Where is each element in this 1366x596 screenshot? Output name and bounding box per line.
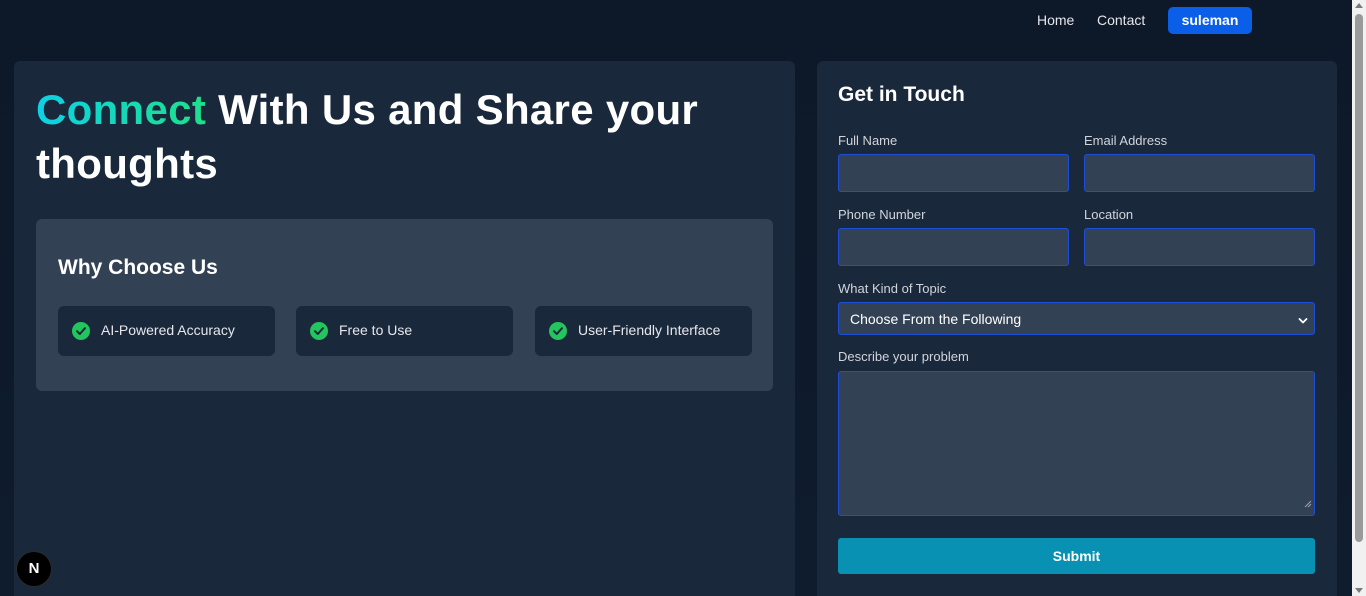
topic-select-value: Choose From the Following — [850, 311, 1022, 327]
submit-button[interactable]: Submit — [838, 538, 1315, 574]
check-circle-icon — [549, 322, 567, 340]
feature-card-free: Free to Use — [296, 306, 513, 356]
check-circle-icon — [72, 322, 90, 340]
user-button[interactable]: suleman — [1168, 7, 1252, 34]
chevron-down-icon — [1298, 313, 1308, 331]
phone-input[interactable] — [838, 228, 1069, 266]
hero-panel: Connect With Us and Share your thoughts … — [14, 61, 795, 596]
full-name-input[interactable] — [838, 154, 1069, 192]
problem-label: Describe your problem — [838, 349, 969, 364]
nav-link-contact[interactable]: Contact — [1097, 12, 1145, 28]
scrollbar-thumb[interactable] — [1355, 14, 1363, 542]
phone-label: Phone Number — [838, 207, 926, 222]
nav-link-home[interactable]: Home — [1037, 12, 1074, 28]
feature-label: AI-Powered Accuracy — [101, 322, 235, 338]
location-label: Location — [1084, 207, 1134, 222]
feature-label: Free to Use — [339, 322, 413, 338]
feature-card-user-friendly: User-Friendly Interface — [535, 306, 752, 356]
topic-label: What Kind of Topic — [838, 281, 947, 296]
email-input[interactable] — [1084, 154, 1315, 192]
page: Home Contact suleman Connect With Us and… — [0, 0, 1366, 596]
form-title: Get in Touch — [838, 83, 965, 106]
resize-handle-icon[interactable] — [1304, 495, 1312, 513]
problem-textarea[interactable] — [838, 371, 1315, 516]
hero-title-accent: Connect — [36, 86, 207, 133]
feature-label: User-Friendly Interface — [578, 322, 721, 338]
scroll-down-icon[interactable] — [1355, 588, 1363, 593]
check-circle-icon — [310, 322, 328, 340]
email-label: Email Address — [1084, 133, 1168, 148]
why-choose-us-card: Why Choose Us AI-Powered Accuracy Free t… — [36, 219, 773, 391]
scroll-up-icon[interactable] — [1355, 3, 1363, 8]
feature-card-ai-accuracy: AI-Powered Accuracy — [58, 306, 275, 356]
topic-select[interactable]: Choose From the Following — [838, 302, 1315, 335]
why-choose-us-title: Why Choose Us — [58, 256, 218, 279]
contact-form-panel: Get in Touch Full Name Email Address Pho… — [817, 61, 1337, 596]
top-nav: Home Contact suleman — [0, 7, 1352, 34]
location-input[interactable] — [1084, 228, 1315, 266]
hero-title: Connect With Us and Share your thoughts — [36, 83, 766, 191]
vertical-scrollbar[interactable] — [1352, 0, 1366, 596]
nextjs-badge-icon[interactable]: N — [17, 552, 51, 586]
full-name-label: Full Name — [838, 133, 898, 148]
